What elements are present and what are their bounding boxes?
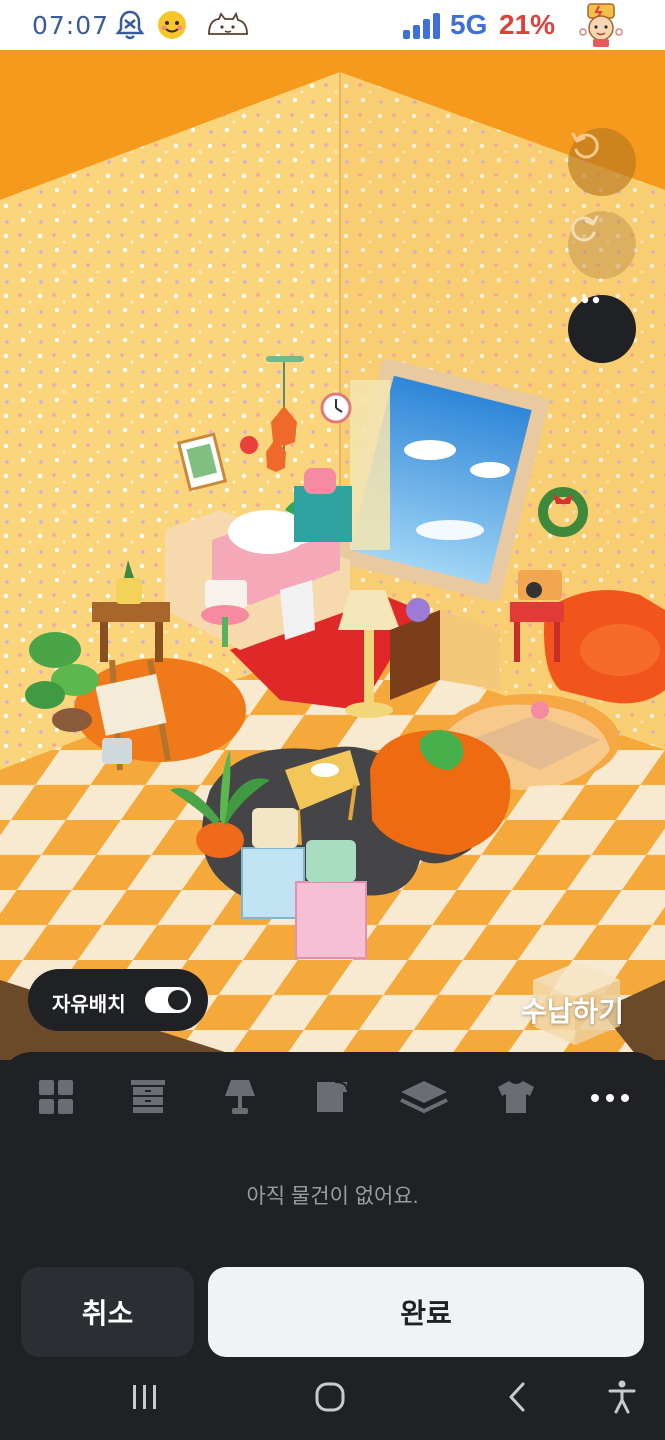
room-scene[interactable]: 자유배치 수납하기 [0,50,665,1060]
more-options-button[interactable] [568,295,636,363]
network-type: 5G [450,9,488,40]
room-illustration [0,72,665,1060]
avatar-sticker-icon [578,2,624,53]
drawer-icon [129,1078,167,1121]
back-icon [506,1382,528,1417]
status-bar: 07:07 5G 21% [0,0,665,50]
tab-more[interactable] [580,1074,640,1124]
cat-sticker-icon [205,11,251,45]
recent-apps-icon [130,1384,160,1415]
tab-all[interactable] [26,1074,86,1124]
done-button[interactable]: 완료 [208,1267,644,1357]
smiley-emoji-icon [157,10,187,45]
storage-label: 수납하기 [521,996,625,1027]
alarm-off-icon [115,8,145,47]
tab-lighting[interactable] [210,1074,270,1124]
tab-furniture[interactable] [118,1074,178,1124]
toggle-switch[interactable] [145,987,191,1013]
undo-button[interactable] [568,128,636,196]
lamp-icon [221,1078,259,1121]
system-nav-bar [0,1357,665,1440]
tab-wallpaper[interactable] [302,1074,362,1124]
more-horizontal-icon [589,1090,631,1108]
redo-button[interactable] [568,211,636,279]
accessibility-icon [607,1380,637,1419]
storage-button[interactable]: 수납하기 [515,910,645,1030]
recent-apps-button[interactable] [115,1379,175,1419]
free-placement-toggle[interactable]: 자유배치 [28,969,208,1031]
accessibility-button[interactable] [592,1379,652,1419]
wallpaper-icon [313,1078,351,1121]
status-time: 07:07 [32,11,110,40]
shirt-icon [496,1079,536,1120]
grid-icon [38,1079,74,1120]
back-button[interactable] [487,1379,547,1419]
home-button[interactable] [300,1379,360,1419]
tab-floor[interactable] [394,1074,454,1124]
free-placement-label: 자유배치 [52,994,126,1016]
tab-clothing[interactable] [486,1074,546,1124]
battery-level: 21% [499,9,556,40]
signal-icon [402,13,446,44]
cancel-button[interactable]: 취소 [21,1267,194,1357]
empty-message: 아직 물건이 없어요. [246,1185,419,1208]
floor-layer-icon [399,1079,449,1120]
home-icon [314,1381,346,1418]
toggle-knob [168,990,188,1010]
